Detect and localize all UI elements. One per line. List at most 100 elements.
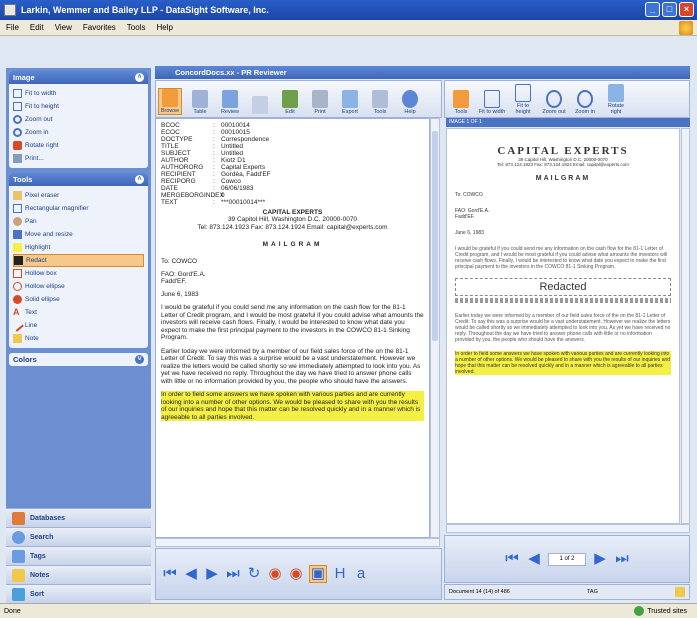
tool-label: Solid ellipse (25, 296, 60, 303)
image-view-icon[interactable]: ▣ (309, 565, 327, 583)
tool-pan[interactable]: Pan (13, 215, 144, 228)
image-panel-list: Fit to width Fit to height Zoom out Zoom… (9, 84, 148, 168)
image-tools-button[interactable]: Tools (447, 90, 475, 115)
window-title: Larkin, Wemmer and Bailey LLP - DataSigh… (21, 5, 269, 15)
document-status: Document 14 (14) of 486 TAG (444, 584, 690, 600)
tool-label: Line (25, 322, 38, 329)
close-button[interactable]: × (679, 2, 694, 17)
zoom-in-button[interactable]: Zoom in (571, 90, 599, 115)
expand-icon[interactable]: ˅ (135, 355, 144, 364)
redaction-box[interactable]: Redacted (455, 278, 671, 296)
letterhead-address: 39 Capitol Hill, Washington D.C. 20000-0… (227, 216, 358, 223)
nav-tags[interactable]: Tags (6, 546, 151, 565)
tools-panel-header[interactable]: Tools ˄ (9, 173, 148, 186)
rotate-right-button[interactable]: Rotate right (602, 84, 630, 115)
minimize-button[interactable]: _ (645, 2, 660, 17)
field-name: RECIPORG (161, 178, 196, 185)
tool-solid-ellipse[interactable]: Solid ellipse (13, 293, 144, 306)
sidebar-item-zoom-in[interactable]: Zoom in (13, 126, 144, 139)
next-record-icon[interactable]: ▶ (204, 566, 220, 582)
stop-icon[interactable]: ◉ (267, 566, 283, 582)
previous-record-icon[interactable]: ◀ (183, 566, 199, 582)
colors-panel-title: Colors (13, 355, 37, 364)
date-line: June 6, 1983 (161, 291, 199, 298)
tool-label: Redact (26, 257, 47, 264)
menu-edit[interactable]: Edit (30, 23, 44, 32)
field-name: ECOC (161, 129, 180, 136)
tool-hollow-ellipse[interactable]: Hollow ellipse (13, 280, 144, 293)
nav-label: Sort (30, 590, 44, 598)
document-text-pane[interactable]: BCOC:00010014 ECOC:00010015 DOCTYPE: Corr… (155, 118, 430, 538)
colors-panel-header[interactable]: Colors ˅ (9, 353, 148, 366)
last-page-icon[interactable]: ⏭ (614, 551, 630, 567)
edit-button[interactable]: Edit (278, 90, 302, 115)
tool-note[interactable]: Note (13, 332, 144, 345)
image-horizontal-scrollbar[interactable] (446, 524, 690, 533)
image-panel-header[interactable]: Image ˄ (9, 71, 148, 84)
tool-hollow-box[interactable]: Hollow box (13, 267, 144, 280)
collapse-icon[interactable]: ˄ (135, 73, 144, 82)
nav-sort[interactable]: Sort (6, 584, 151, 603)
nav-databases[interactable]: Databases (6, 508, 151, 527)
last-record-icon[interactable]: ⏭ (225, 566, 241, 582)
next-page-icon[interactable]: ▶ (592, 551, 608, 567)
image-vertical-scrollbar[interactable] (681, 128, 690, 524)
page-counter[interactable]: 1 of 2 (548, 552, 586, 566)
review-button[interactable]: Review (218, 90, 242, 115)
tool-highlight[interactable]: Highlight (13, 241, 144, 254)
bookmark-button[interactable] (248, 96, 272, 115)
button-label: Zoom in (575, 109, 595, 115)
export-button[interactable]: Export (338, 90, 362, 115)
tools-icon (453, 90, 469, 108)
sidebar-item-zoom-out[interactable]: Zoom out (13, 113, 144, 126)
collapse-icon[interactable]: ˄ (135, 175, 144, 184)
document-image[interactable]: CAPITAL EXPERTS 39 Capitol Hill, Washing… (446, 128, 680, 524)
fit-width-button[interactable]: Fit to width (478, 90, 506, 115)
fao-line-2: Fadd'EF. (161, 278, 187, 285)
sidebar-item-rotate-right[interactable]: Rotate right (13, 139, 144, 152)
tool-text[interactable]: A Text (13, 306, 144, 319)
field-value: ***00010014*** (221, 199, 266, 206)
tool-pixel-eraser[interactable]: Pixel eraser (13, 189, 144, 202)
highlight-hits-icon[interactable]: H (332, 566, 348, 582)
menu-tools[interactable]: Tools (127, 23, 146, 32)
solid-ellipse-icon (13, 295, 22, 304)
first-page-icon[interactable]: ⏮ (504, 551, 520, 567)
viewer-title: ConcordDocs.xx - PR Reviewer (155, 66, 690, 79)
letterhead-company: CAPITAL EXPERTS (262, 209, 323, 216)
tool-rectangular-magnifier[interactable]: Rectangular magnifier (13, 202, 144, 215)
font-size-icon[interactable]: a (353, 566, 369, 582)
fao-line: FAO: Gord'E.A. (161, 271, 206, 278)
help-button[interactable]: Help (398, 90, 422, 115)
tool-redact[interactable]: Redact (13, 254, 144, 267)
zoom-in-icon (577, 90, 593, 108)
tools-button[interactable]: Tools (368, 90, 392, 115)
menu-file[interactable]: File (6, 23, 19, 32)
tool-line[interactable]: Line (11, 319, 144, 332)
sidebar-item-fit-height[interactable]: Fit to height (13, 100, 144, 113)
zoom-out-button[interactable]: Zoom out (540, 90, 568, 115)
fit-height-button[interactable]: Fit to height (509, 84, 537, 115)
browse-button[interactable]: Browse (158, 88, 182, 115)
menu-help[interactable]: Help (156, 23, 172, 32)
sidebar-item-print[interactable]: Print... (13, 152, 144, 165)
record-icon[interactable]: ◉ (288, 566, 304, 582)
tool-move-resize[interactable]: Move and resize (13, 228, 144, 241)
warning-icon[interactable] (675, 587, 685, 597)
first-record-icon[interactable]: ⏮ (162, 566, 178, 582)
sidebar-item-fit-width[interactable]: Fit to width (13, 87, 144, 100)
menu-favorites[interactable]: Favorites (83, 23, 116, 32)
field-value: Correspondence (221, 136, 270, 143)
menu-view[interactable]: View (55, 23, 72, 32)
print-button[interactable]: Print (308, 90, 332, 115)
nav-search[interactable]: Search (6, 527, 151, 546)
scroll-thumb[interactable] (432, 131, 438, 341)
text-horizontal-scrollbar[interactable] (155, 538, 440, 547)
text-vertical-scrollbar[interactable] (430, 118, 440, 538)
refresh-icon[interactable]: ↻ (246, 566, 262, 582)
nav-notes[interactable]: Notes (6, 565, 151, 584)
previous-page-icon[interactable]: ◀ (526, 551, 542, 567)
table-button[interactable]: Table (188, 90, 212, 115)
maximize-button[interactable]: □ (662, 2, 677, 17)
field-value: Untitled (221, 150, 244, 157)
